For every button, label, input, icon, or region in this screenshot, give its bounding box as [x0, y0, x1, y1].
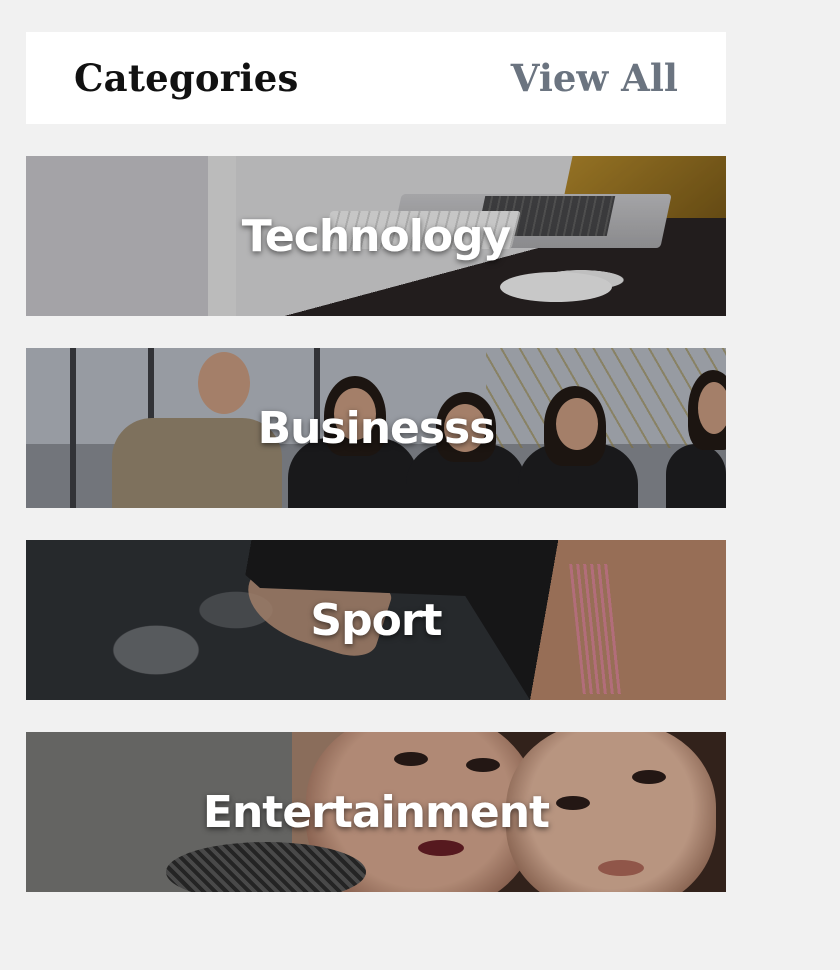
view-all-link[interactable]: View All [511, 56, 678, 100]
category-label: Technology [241, 210, 511, 262]
categories-header: Categories View All [26, 32, 726, 124]
category-label: Businesss [257, 402, 496, 454]
category-card-entertainment[interactable]: Entertainment [26, 732, 726, 892]
category-card-business[interactable]: Businesss [26, 348, 726, 508]
category-card-technology[interactable]: Technology [26, 156, 726, 316]
category-card-sport[interactable]: Sport [26, 540, 726, 700]
section-title: Categories [74, 56, 299, 100]
category-label: Entertainment [202, 786, 550, 838]
category-label: Sport [310, 594, 442, 646]
